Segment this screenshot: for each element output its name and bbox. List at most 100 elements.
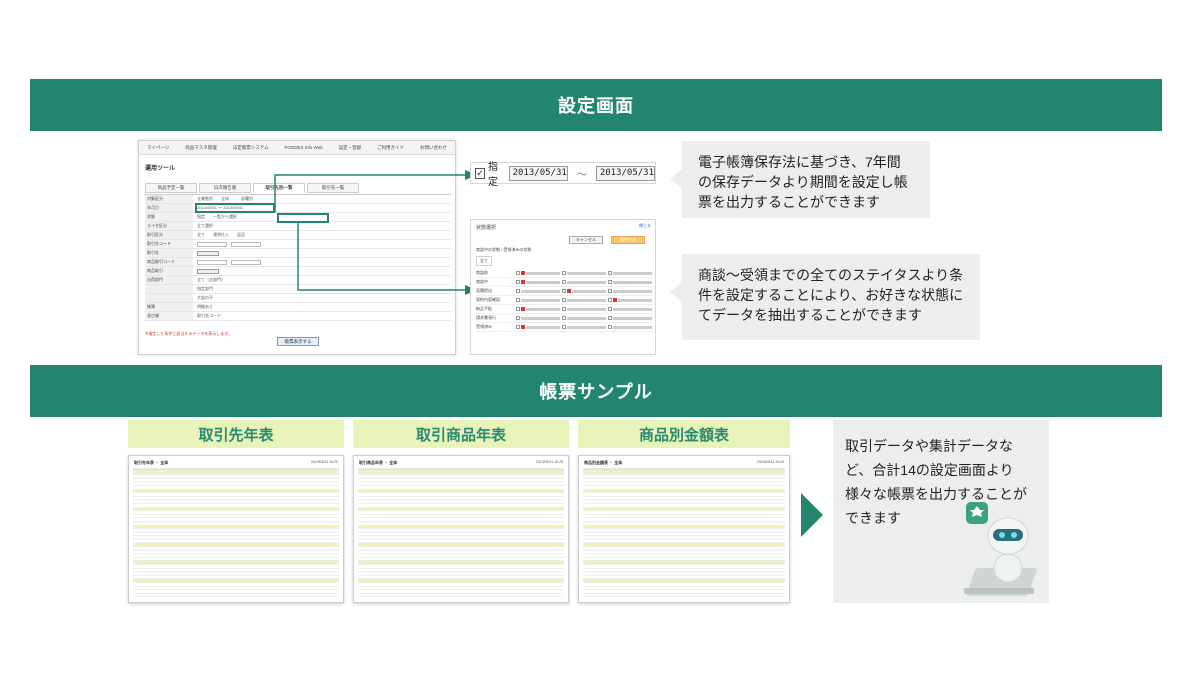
nav-item: マイページ <box>146 144 170 150</box>
form-row: 取引区分 全て 通常仕入 返品 <box>145 231 451 240</box>
form-row: 並び順 取引先コード <box>145 312 451 321</box>
status-group-row: 納品手配 <box>476 305 652 314</box>
status-highlight-box <box>277 213 329 223</box>
report-row <box>583 594 785 598</box>
status-group-label: 見積提出 <box>476 288 492 293</box>
robot-laptop-icon <box>964 502 1037 596</box>
mini-input <box>197 241 227 247</box>
nav-item: 商品マスタ管理 <box>185 144 217 150</box>
report-sample: 取引先年表 ・ 全体 2013/05/31 15:25 <box>128 455 344 603</box>
status-group-row: 見積提出 <box>476 287 652 296</box>
screenshot-tab: 商品予定一覧 <box>145 183 197 193</box>
status-group-label: 契約内容確認 <box>476 297 500 302</box>
status-ok-button: 選択する <box>611 236 645 244</box>
form-label: 状態 <box>145 213 193 221</box>
status-callout: 商談〜受領までの全てのステイタスより条件を設定することにより、お好きな状態にてデ… <box>670 254 980 340</box>
form-value: 取引先コード <box>197 313 221 318</box>
form-row: 大部の不 <box>145 294 451 303</box>
form-value: 明細あり <box>197 304 213 309</box>
report-sheet-date: 2013/05/31 15:25 <box>756 460 784 464</box>
settings-screenshot: マイページ 商品マスタ管理 法定帳票システム FOODEX Info Web 設… <box>138 140 456 355</box>
screenshot-tab: 取引先一覧 <box>307 183 359 193</box>
samples-banner-title: 帳票サンプル <box>539 382 653 402</box>
status-group-row: 受領済み <box>476 323 652 332</box>
date-callout: 電子帳簿保存法に基づき、7年間の保存データより期間を設定し帳票を出力することがで… <box>670 141 930 218</box>
form-row: 商品取引 <box>145 267 451 276</box>
form-label: 並び順 <box>145 312 193 320</box>
mini-input <box>197 259 227 265</box>
form-label: 商品取引コード <box>145 258 193 266</box>
form-value: 全て選択 <box>197 223 213 228</box>
form-label <box>145 294 193 302</box>
form-row: 商品取引コード <box>145 258 451 267</box>
screenshot-submit-button: 帳票表示する <box>277 337 319 346</box>
form-label: ライセ区分 <box>145 222 193 230</box>
form-label: 出荷部門 <box>145 276 193 284</box>
status-group-label: 商談中 <box>476 279 488 284</box>
screenshot-footnote: ※指定した条件に該当するデータを表示します。 <box>145 331 232 336</box>
nav-item: 法定帳票システム <box>232 144 269 150</box>
nav-item: ご利用ガイド <box>377 144 405 150</box>
screenshot-tab: 日次報告書 <box>199 183 251 193</box>
status-select-title: 状態選択 <box>476 225 497 231</box>
report-sheet-title: 商品別金額表 ・ 全体 <box>584 460 623 465</box>
status-grid: 商談前 商談中 見積提出 契約内容確認 納品手配 請求書発行 受領済み <box>476 269 652 332</box>
form-label: 対象区分 <box>145 195 193 203</box>
report-label: 取引先年表 <box>128 420 344 448</box>
screenshot-nav: マイページ 商品マスタ管理 法定帳票システム FOODEX Info Web 設… <box>139 141 455 155</box>
report-sheet-date: 2013/05/31 15:25 <box>535 460 563 464</box>
form-label <box>145 285 193 293</box>
status-group-row: 商談中 <box>476 278 652 287</box>
status-group-label: 商談前 <box>476 270 488 275</box>
form-row: 帳簿 明細あり <box>145 303 451 312</box>
form-row: 年月日 2013/05/31 〜 2013/05/31 <box>145 204 451 213</box>
form-value <box>193 241 451 247</box>
report-table <box>358 468 564 598</box>
nav-item: 設定・登録 <box>338 144 362 150</box>
form-value: 全て（全部門） <box>197 277 225 282</box>
settings-banner: 設定画面 <box>30 79 1162 131</box>
report-row <box>358 594 564 598</box>
date-checkbox-label: 指定 <box>487 162 498 188</box>
date-highlight-box <box>195 203 275 213</box>
form-value: 全て 通常仕入 返品 <box>197 232 245 237</box>
form-value <box>193 268 451 274</box>
report-sheet-title: 取引先年表 ・ 全体 <box>134 460 169 465</box>
check-icon: ✓ <box>475 167 485 179</box>
report-label: 取引商品年表 <box>353 420 569 448</box>
from-date-field: 2013/05/31 <box>508 165 568 181</box>
report-table <box>583 468 785 598</box>
status-select-zoom: 状態選択 閉じる キャンセル 選択する 商談中の状態 / 受領済みの状態 全て … <box>470 219 656 355</box>
status-select-close: 閉じる <box>639 223 651 228</box>
report-row <box>133 594 339 598</box>
status-group-label: 納品手配 <box>476 306 492 311</box>
arrow-right-icon <box>801 493 823 537</box>
mini-button <box>197 250 219 256</box>
status-group-row: 請求書発行 <box>476 314 652 323</box>
form-value: 大部の不 <box>197 295 213 300</box>
form-label: 取引先コード <box>145 240 193 248</box>
status-group-row: 商談前 <box>476 269 652 278</box>
report-sheet-date: 2013/05/31 15:25 <box>310 460 338 464</box>
form-value: 全業態別 全体 部署別 <box>197 196 253 201</box>
samples-banner: 帳票サンプル <box>30 365 1162 417</box>
status-group-row: 契約内容確認 <box>476 296 652 305</box>
form-label: 帳簿 <box>145 303 193 311</box>
form-row: 指定部門 <box>145 285 451 294</box>
form-row: 取引先 <box>145 249 451 258</box>
status-group-label: 請求書発行 <box>476 315 496 320</box>
form-label: 取引区分 <box>145 231 193 239</box>
form-row: ライセ区分 全て選択 <box>145 222 451 231</box>
status-group-label: 受領済み <box>476 324 492 329</box>
mini-button <box>197 268 219 274</box>
form-label: 取引先 <box>145 249 193 257</box>
date-separator: 〜 <box>576 169 587 181</box>
form-row: 取引先コード <box>145 240 451 249</box>
screenshot-tab-active: 取引先別一覧 <box>253 183 305 193</box>
screenshot-tabs: 商品予定一覧 日次報告書 取引先別一覧 取引先一覧 <box>145 183 359 193</box>
form-value <box>193 259 451 265</box>
report-sample: 商品別金額表 ・ 全体 2013/05/31 15:25 <box>578 455 790 603</box>
report-label: 商品別金額表 <box>578 420 790 448</box>
form-value: 指定部門 <box>197 286 213 291</box>
nav-item: FOODEX Info Web <box>284 145 323 150</box>
